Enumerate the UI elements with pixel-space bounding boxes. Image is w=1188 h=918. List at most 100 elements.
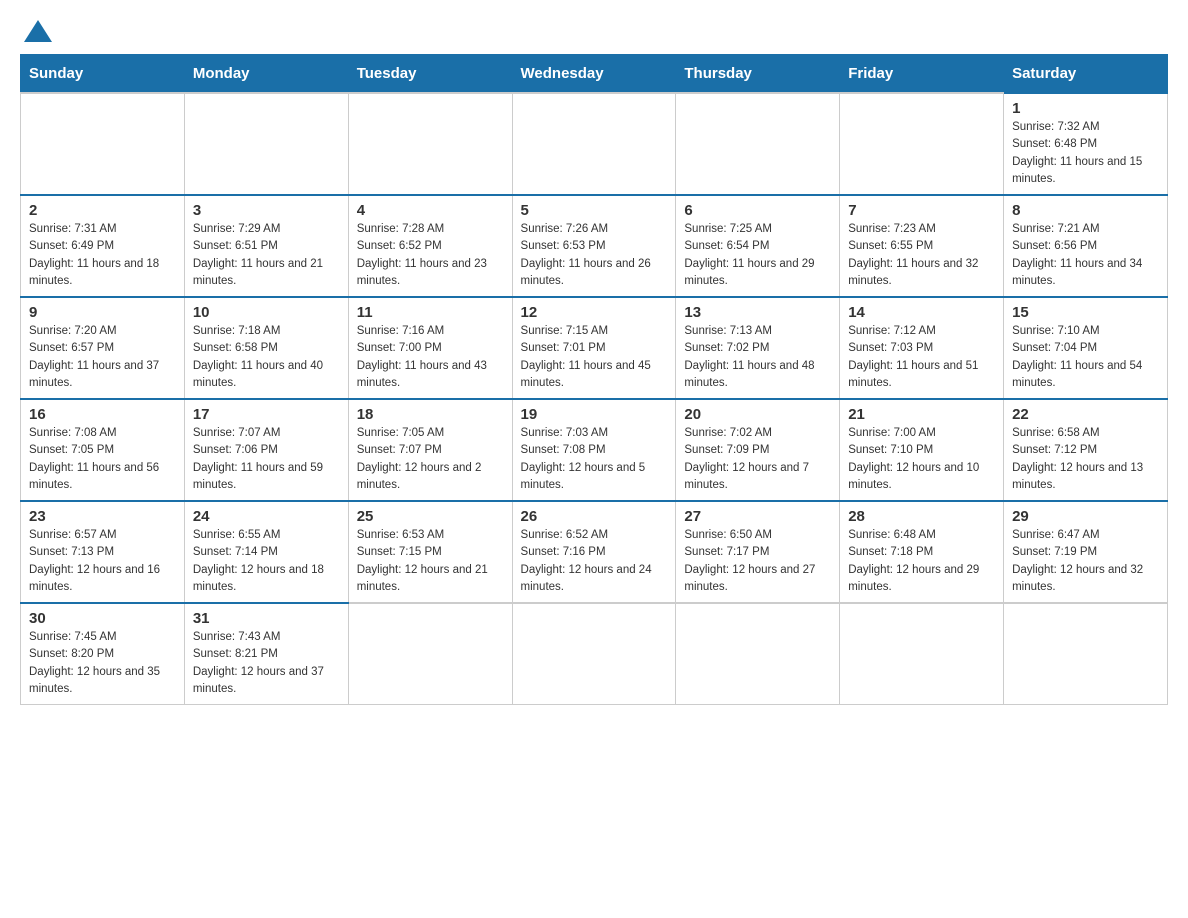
calendar-cell xyxy=(184,93,348,195)
calendar-week-row: 30Sunrise: 7:45 AMSunset: 8:20 PMDayligh… xyxy=(21,603,1168,705)
day-info: Sunrise: 7:00 AMSunset: 7:10 PMDaylight:… xyxy=(848,425,995,494)
calendar-cell xyxy=(512,603,676,705)
day-number: 26 xyxy=(521,508,668,525)
weekday-header-tuesday: Tuesday xyxy=(348,55,512,94)
day-number: 24 xyxy=(193,508,340,525)
calendar-cell: 17Sunrise: 7:07 AMSunset: 7:06 PMDayligh… xyxy=(184,399,348,501)
day-info: Sunrise: 6:47 AMSunset: 7:19 PMDaylight:… xyxy=(1012,527,1159,596)
day-info: Sunrise: 7:25 AMSunset: 6:54 PMDaylight:… xyxy=(684,221,831,290)
calendar-cell: 21Sunrise: 7:00 AMSunset: 7:10 PMDayligh… xyxy=(840,399,1004,501)
weekday-header-saturday: Saturday xyxy=(1004,55,1168,94)
day-number: 2 xyxy=(29,202,176,219)
day-number: 22 xyxy=(1012,406,1159,423)
day-number: 1 xyxy=(1012,100,1159,117)
day-info: Sunrise: 7:26 AMSunset: 6:53 PMDaylight:… xyxy=(521,221,668,290)
day-info: Sunrise: 7:03 AMSunset: 7:08 PMDaylight:… xyxy=(521,425,668,494)
day-number: 11 xyxy=(357,304,504,321)
calendar-cell xyxy=(840,93,1004,195)
calendar-cell xyxy=(1004,603,1168,705)
calendar-cell: 16 Sunrise: 7:08 AMSunset: 7:05 PMDayligh… xyxy=(21,399,185,501)
logo-general-text xyxy=(20,20,52,44)
day-info: Sunrise: 7:10 AMSunset: 7:04 PMDaylight:… xyxy=(1012,323,1159,392)
day-info: Sunrise: 7:23 AMSunset: 6:55 PMDaylight:… xyxy=(848,221,995,290)
calendar-cell: 20Sunrise: 7:02 AMSunset: 7:09 PMDayligh… xyxy=(676,399,840,501)
calendar-cell: 2 Sunrise: 7:31 AMSunset: 6:49 PMDaylight… xyxy=(21,195,185,297)
day-info: Sunrise: 7:12 AMSunset: 7:03 PMDaylight:… xyxy=(848,323,995,392)
calendar-cell: 14 Sunrise: 7:12 AMSunset: 7:03 PMDayligh… xyxy=(840,297,1004,399)
calendar-cell: 10 Sunrise: 7:18 AMSunset: 6:58 PMDayligh… xyxy=(184,297,348,399)
day-info: Sunrise: 7:32 AMSunset: 6:48 PMDaylight:… xyxy=(1012,119,1159,188)
calendar-cell xyxy=(348,93,512,195)
day-info: Sunrise: 7:05 AMSunset: 7:07 PMDaylight:… xyxy=(357,425,504,494)
calendar-cell: 3Sunrise: 7:29 AMSunset: 6:51 PMDaylight… xyxy=(184,195,348,297)
day-number: 10 xyxy=(193,304,340,321)
day-number: 16 xyxy=(29,406,176,423)
day-number: 25 xyxy=(357,508,504,525)
day-info: Sunrise: 6:57 AMSunset: 7:13 PMDaylight:… xyxy=(29,527,176,596)
day-number: 27 xyxy=(684,508,831,525)
logo xyxy=(20,20,52,44)
calendar-cell: 31Sunrise: 7:43 AMSunset: 8:21 PMDayligh… xyxy=(184,603,348,705)
day-number: 4 xyxy=(357,202,504,219)
day-info: Sunrise: 7:45 AMSunset: 8:20 PMDaylight:… xyxy=(29,629,176,698)
weekday-header-friday: Friday xyxy=(840,55,1004,94)
day-number: 31 xyxy=(193,610,340,627)
calendar-cell: 9Sunrise: 7:20 AMSunset: 6:57 PMDaylight… xyxy=(21,297,185,399)
calendar-cell: 1 Sunrise: 7:32 AMSunset: 6:48 PMDaylight… xyxy=(1004,93,1168,195)
day-info: Sunrise: 7:28 AMSunset: 6:52 PMDaylight:… xyxy=(357,221,504,290)
day-number: 28 xyxy=(848,508,995,525)
day-info: Sunrise: 7:07 AMSunset: 7:06 PMDaylight:… xyxy=(193,425,340,494)
day-info: Sunrise: 7:02 AMSunset: 7:09 PMDaylight:… xyxy=(684,425,831,494)
calendar-cell xyxy=(676,93,840,195)
calendar-cell: 29Sunrise: 6:47 AMSunset: 7:19 PMDayligh… xyxy=(1004,501,1168,603)
calendar-week-row: 1 Sunrise: 7:32 AMSunset: 6:48 PMDaylight… xyxy=(21,93,1168,195)
day-info: Sunrise: 6:52 AMSunset: 7:16 PMDaylight:… xyxy=(521,527,668,596)
logo-triangle-icon xyxy=(24,20,52,42)
calendar-cell: 4 Sunrise: 7:28 AMSunset: 6:52 PMDaylight… xyxy=(348,195,512,297)
day-number: 19 xyxy=(521,406,668,423)
calendar-header-row: SundayMondayTuesdayWednesdayThursdayFrid… xyxy=(21,55,1168,94)
calendar-cell: 18 Sunrise: 7:05 AMSunset: 7:07 PMDayligh… xyxy=(348,399,512,501)
day-info: Sunrise: 7:21 AMSunset: 6:56 PMDaylight:… xyxy=(1012,221,1159,290)
calendar-cell xyxy=(840,603,1004,705)
calendar-week-row: 16 Sunrise: 7:08 AMSunset: 7:05 PMDayligh… xyxy=(21,399,1168,501)
weekday-header-thursday: Thursday xyxy=(676,55,840,94)
calendar-cell: 11 Sunrise: 7:16 AMSunset: 7:00 PMDayligh… xyxy=(348,297,512,399)
day-number: 18 xyxy=(357,406,504,423)
calendar-week-row: 23Sunrise: 6:57 AMSunset: 7:13 PMDayligh… xyxy=(21,501,1168,603)
day-number: 6 xyxy=(684,202,831,219)
day-number: 7 xyxy=(848,202,995,219)
calendar-week-row: 9Sunrise: 7:20 AMSunset: 6:57 PMDaylight… xyxy=(21,297,1168,399)
day-info: Sunrise: 6:48 AMSunset: 7:18 PMDaylight:… xyxy=(848,527,995,596)
calendar-cell: 30Sunrise: 7:45 AMSunset: 8:20 PMDayligh… xyxy=(21,603,185,705)
day-info: Sunrise: 7:15 AMSunset: 7:01 PMDaylight:… xyxy=(521,323,668,392)
calendar-cell: 13Sunrise: 7:13 AMSunset: 7:02 PMDayligh… xyxy=(676,297,840,399)
calendar-cell: 5 Sunrise: 7:26 AMSunset: 6:53 PMDaylight… xyxy=(512,195,676,297)
calendar-table: SundayMondayTuesdayWednesdayThursdayFrid… xyxy=(20,54,1168,705)
calendar-cell xyxy=(348,603,512,705)
day-info: Sunrise: 6:58 AMSunset: 7:12 PMDaylight:… xyxy=(1012,425,1159,494)
calendar-cell: 26 Sunrise: 6:52 AMSunset: 7:16 PMDayligh… xyxy=(512,501,676,603)
calendar-week-row: 2 Sunrise: 7:31 AMSunset: 6:49 PMDaylight… xyxy=(21,195,1168,297)
calendar-cell: 24 Sunrise: 6:55 AMSunset: 7:14 PMDayligh… xyxy=(184,501,348,603)
calendar-cell: 12Sunrise: 7:15 AMSunset: 7:01 PMDayligh… xyxy=(512,297,676,399)
weekday-header-sunday: Sunday xyxy=(21,55,185,94)
day-info: Sunrise: 6:53 AMSunset: 7:15 PMDaylight:… xyxy=(357,527,504,596)
day-info: Sunrise: 7:18 AMSunset: 6:58 PMDaylight:… xyxy=(193,323,340,392)
day-info: Sunrise: 7:08 AMSunset: 7:05 PMDaylight:… xyxy=(29,425,176,494)
weekday-header-monday: Monday xyxy=(184,55,348,94)
day-number: 9 xyxy=(29,304,176,321)
day-number: 5 xyxy=(521,202,668,219)
day-info: Sunrise: 6:55 AMSunset: 7:14 PMDaylight:… xyxy=(193,527,340,596)
day-info: Sunrise: 7:16 AMSunset: 7:00 PMDaylight:… xyxy=(357,323,504,392)
day-info: Sunrise: 7:13 AMSunset: 7:02 PMDaylight:… xyxy=(684,323,831,392)
calendar-cell: 8Sunrise: 7:21 AMSunset: 6:56 PMDaylight… xyxy=(1004,195,1168,297)
day-info: Sunrise: 6:50 AMSunset: 7:17 PMDaylight:… xyxy=(684,527,831,596)
calendar-cell xyxy=(512,93,676,195)
calendar-cell: 19 Sunrise: 7:03 AMSunset: 7:08 PMDayligh… xyxy=(512,399,676,501)
day-info: Sunrise: 7:31 AMSunset: 6:49 PMDaylight:… xyxy=(29,221,176,290)
calendar-cell xyxy=(21,93,185,195)
day-number: 14 xyxy=(848,304,995,321)
calendar-cell: 22 Sunrise: 6:58 AMSunset: 7:12 PMDayligh… xyxy=(1004,399,1168,501)
calendar-cell: 23Sunrise: 6:57 AMSunset: 7:13 PMDayligh… xyxy=(21,501,185,603)
